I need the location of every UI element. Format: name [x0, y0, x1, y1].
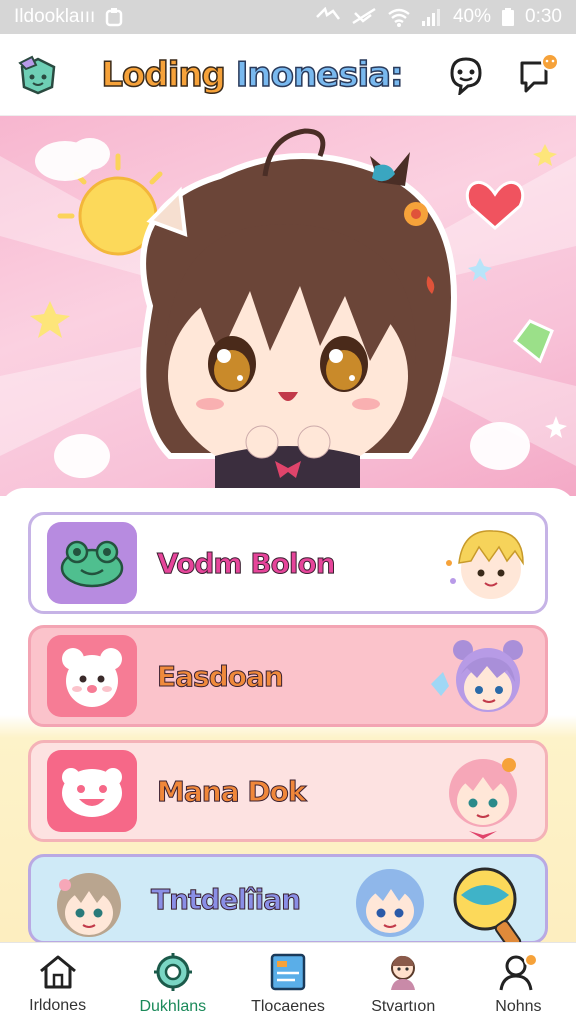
nav-label: Nohns — [495, 997, 542, 1015]
nav-item-home[interactable]: Irldones — [0, 943, 115, 1024]
blonde-boy-avatar-icon — [443, 521, 533, 611]
blue-girl-avatar-icon — [347, 861, 433, 949]
nfc-icon — [315, 7, 341, 27]
app-title-part2: Inonesia: — [235, 54, 404, 96]
menu-card[interactable]: Tntdelîian — [28, 854, 548, 950]
profile-icon — [499, 952, 539, 990]
chat-face-icon[interactable] — [444, 53, 488, 97]
nav-item-settings[interactable]: Dukhlans — [115, 943, 230, 1024]
bear-face-icon — [47, 750, 137, 832]
document-icon — [270, 953, 306, 990]
home-icon — [39, 955, 76, 988]
magic-wand-icon — [451, 865, 531, 953]
nav-item-profile[interactable]: Nohns — [461, 943, 576, 1024]
menu-card[interactable]: Easdoan — [28, 625, 548, 727]
app-title-part1: Loding — [101, 54, 227, 96]
menu-card[interactable]: Vodm Bolon — [28, 512, 548, 614]
nav-item-documents[interactable]: Tlocaenes — [230, 943, 345, 1024]
app-header: Loding Inonesia: — [0, 34, 576, 116]
signal-icon — [421, 7, 443, 27]
menu-card-label: Easdoan — [157, 659, 285, 693]
character-icon — [391, 955, 416, 990]
battery-percent: 40% — [452, 6, 492, 27]
nav-label: Irldones — [29, 996, 87, 1014]
app-logo-icon[interactable] — [16, 53, 60, 97]
nav-item-character[interactable]: Stvartıon — [346, 943, 461, 1024]
hero-banner — [0, 116, 576, 496]
nav-label: Stvartıon — [371, 997, 436, 1015]
chibi-girl-icon — [49, 865, 129, 949]
pink-girl-avatar-icon — [433, 749, 533, 843]
bear-icon — [47, 635, 137, 717]
notification-icon[interactable] — [516, 52, 560, 97]
chibi-girl-illustration — [0, 128, 576, 496]
purple-girl-avatar-icon — [423, 634, 533, 728]
menu-card-label: Vodm Bolon — [157, 546, 337, 580]
menu-card-label: Tntdelîian — [150, 882, 301, 916]
nav-label: Dukhlans — [139, 997, 207, 1015]
status-bar: Ildooklaııı 40% 0:30 — [0, 0, 576, 34]
wifi-icon — [387, 7, 411, 27]
gear-icon — [153, 952, 192, 991]
app-notification-icon — [105, 7, 123, 27]
menu-card-label: Mana Dok — [156, 774, 306, 808]
bottom-navigation: Irldones Dukhlans Tlocaenes Stvartıon No… — [0, 942, 576, 1024]
app-title: Loding Inonesia: — [101, 54, 405, 96]
menu-card[interactable]: Mana Dok — [28, 740, 548, 842]
clock-time: 0:30 — [525, 6, 562, 27]
nav-label: Tlocaenes — [251, 997, 325, 1015]
frog-icon — [47, 522, 137, 604]
battery-icon — [501, 7, 515, 27]
carrier-text: Ildooklaııı — [14, 6, 96, 27]
mute-icon — [351, 7, 377, 27]
